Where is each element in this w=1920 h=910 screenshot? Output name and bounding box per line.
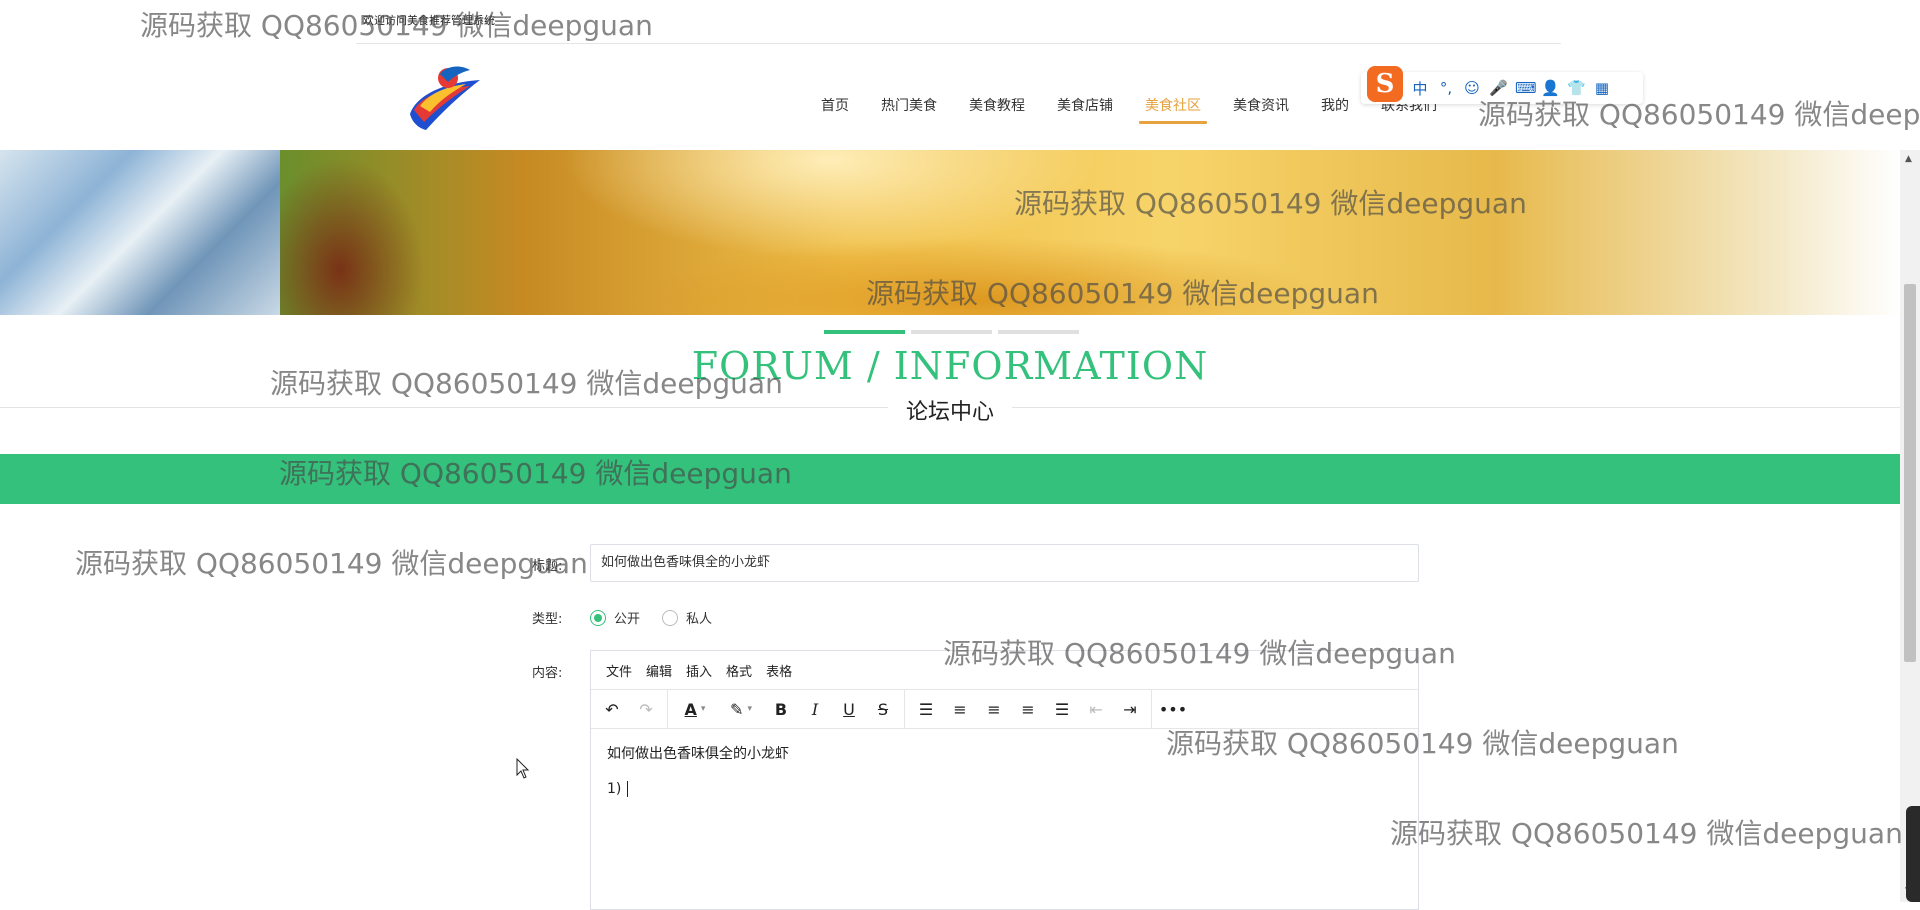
editor-menu-file[interactable]: 文件 [599,661,639,680]
bold-icon[interactable]: B [764,694,798,724]
banner-indicator-1[interactable] [824,330,905,334]
align-left-icon[interactable]: ≡ [943,694,977,724]
toolbar-separator [904,690,905,728]
banner-image-previous [0,150,280,315]
type-radio-private[interactable]: 私人 [662,608,712,627]
ime-user-icon[interactable]: 👤 [1541,79,1560,97]
ime-logo-icon[interactable]: S [1367,66,1403,102]
banner-indicator-2[interactable] [911,330,992,334]
more-icon[interactable]: ••• [1156,694,1190,724]
top-welcome-bar: 欢迎访问美食推荐管理系统 [0,0,1920,44]
nav-food-news[interactable]: 美食资讯 [1217,94,1305,124]
undo-icon[interactable]: ↶ [595,694,629,724]
align-justify-icon[interactable]: ☰ [1045,694,1079,724]
type-option-private-label: 私人 [686,612,713,627]
main-nav: 首页 热门美食 美食教程 美食店铺 美食社区 美食资讯 我的 联系我们 [805,94,1453,124]
toolbar-separator [1151,690,1152,728]
ime-skin-icon[interactable]: 👕 [1567,79,1586,97]
toolbar-separator [667,690,668,728]
ime-punctuation-icon[interactable]: °, [1437,79,1455,97]
scrollbar-thumb[interactable] [1904,284,1916,662]
editor-toolbar: ↶ ↷ A ▾ ✎ ▾ B I U S ☰ ≡ ≡ ≡ ☰ ⇤ ⇥ ••• [591,689,1418,729]
rich-text-editor: 文件 编辑 插入 格式 表格 ↶ ↷ A ▾ ✎ ▾ B I U S ☰ ≡ ≡ ≡ [590,650,1419,910]
banner-indicators [824,330,1079,334]
edge-floating-widget[interactable] [1906,806,1920,902]
watermark: 源码获取 QQ86050149 微信deepguan [1390,817,1903,850]
section-title-en: FORUM / INFORMATION [691,344,1209,388]
type-option-public-label: 公开 [614,612,641,627]
editor-line-2: 1) [607,781,622,797]
welcome-text: 欢迎访问美食推荐管理系统 [363,14,495,27]
underline-icon[interactable]: U [832,694,866,724]
numbered-list-icon[interactable]: ☰ [909,694,943,724]
hero-banner[interactable] [0,150,1900,315]
type-radio-public[interactable]: 公开 [590,608,640,627]
font-color-icon[interactable]: A ▾ [672,694,718,724]
align-center-icon[interactable]: ≡ [977,694,1011,724]
ime-keyboard-icon[interactable]: ⌨ [1515,79,1537,97]
editor-line-1: 如何做出色香味俱全的小龙虾 [607,746,789,762]
type-radio-group: 公开 私人 [590,608,712,627]
redo-icon[interactable]: ↷ [629,694,663,724]
indent-icon[interactable]: ⇥ [1113,694,1147,724]
title-input[interactable]: 如何做出色香味俱全的小龙虾 [590,544,1419,582]
site-logo[interactable] [400,62,492,136]
nav-hot-food[interactable]: 热门美食 [865,94,953,124]
editor-menu-table[interactable]: 表格 [759,661,799,680]
watermark: 源码获取 QQ86050149 微信deepguan [75,547,588,580]
banner-indicator-3[interactable] [998,330,1079,334]
radio-unchecked-icon [662,609,679,626]
nav-food-community[interactable]: 美食社区 [1129,94,1217,124]
scroll-up-icon[interactable]: ▲ [1905,154,1912,164]
editor-menu-format[interactable]: 格式 [719,661,759,680]
title-label: 标题: [532,559,563,574]
radio-checked-icon [590,609,606,626]
nav-food-shops[interactable]: 美食店铺 [1041,94,1129,124]
nav-home[interactable]: 首页 [805,94,865,124]
editor-line-2-wrap: 1) [607,781,1402,797]
align-right-icon[interactable]: ≡ [1011,694,1045,724]
nav-food-tutorials[interactable]: 美食教程 [953,94,1041,124]
nav-mine[interactable]: 我的 [1305,94,1365,124]
text-caret [627,781,629,797]
section-title-cn-wrap: 论坛中心 [0,394,1900,426]
page-scrollbar[interactable]: ▲ ▼ [1900,150,1920,902]
outdent-icon[interactable]: ⇤ [1079,694,1113,724]
italic-icon[interactable]: I [798,694,832,724]
editor-menu-edit[interactable]: 编辑 [639,661,679,680]
highlight-icon[interactable]: ✎ ▾ [718,694,764,724]
section-title-cn: 论坛中心 [887,400,1012,425]
editor-content[interactable]: 如何做出色香味俱全的小龙虾 1) [591,729,1418,829]
type-label: 类型: [532,612,563,627]
mouse-pointer-icon [516,758,530,779]
ime-emoji-icon[interactable]: ☺ [1463,79,1481,97]
ime-toolbar: S 中 °, ☺ 🎤 ⌨ 👤 👕 ▦ [1361,66,1643,104]
banner-image-current [280,150,1900,315]
editor-menubar: 文件 编辑 插入 格式 表格 [591,651,1418,689]
editor-menu-insert[interactable]: 插入 [679,661,719,680]
ime-toolbox-icon[interactable]: ▦ [1593,79,1611,97]
strikethrough-icon[interactable]: S [866,694,900,724]
section-green-bar [0,454,1900,504]
ime-voice-icon[interactable]: 🎤 [1489,79,1508,97]
ime-chinese-mode-icon[interactable]: 中 [1411,78,1429,99]
content-label: 内容: [532,666,563,681]
